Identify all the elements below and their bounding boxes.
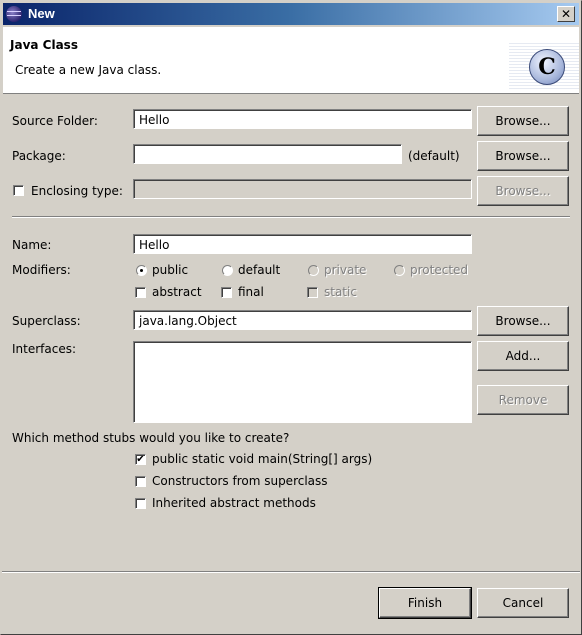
superclass-label: Superclass: — [12, 314, 81, 328]
modifier-default-radio[interactable] — [222, 265, 233, 276]
enclosing-type-input[interactable] — [133, 179, 472, 199]
modifier-private-radio[interactable] — [308, 265, 319, 276]
superclass-input[interactable]: java.lang.Object — [133, 310, 472, 330]
modifier-final-checkbox[interactable] — [221, 287, 232, 298]
cancel-button[interactable]: Cancel — [477, 588, 569, 618]
enclosing-type-browse-button[interactable]: Browse... — [477, 176, 569, 206]
modifier-default-label: default — [238, 263, 281, 277]
source-folder-browse-button[interactable]: Browse... — [477, 106, 569, 136]
close-button[interactable]: ✕ — [557, 6, 575, 22]
modifier-abstract-checkbox[interactable] — [135, 287, 146, 298]
modifier-protected-label: protected — [410, 263, 469, 277]
footer-separator — [2, 571, 580, 573]
add-interface-button[interactable]: Add... — [477, 341, 569, 371]
modifiers-label: Modifiers: — [12, 263, 71, 277]
eclipse-icon — [6, 6, 22, 22]
new-java-class-dialog: New ✕ Java Class Create a new Java class… — [0, 0, 582, 635]
stub-constructors-label: Constructors from superclass — [152, 474, 328, 488]
stub-constructors-checkbox[interactable] — [135, 476, 146, 487]
package-input[interactable] — [133, 144, 402, 164]
modifier-public-radio[interactable] — [136, 265, 147, 276]
wizard-banner: Java Class Create a new Java class. C — [3, 27, 579, 94]
stub-main-checkbox[interactable]: ✔ — [135, 454, 146, 465]
package-default-hint: (default) — [408, 149, 460, 163]
modifier-private-label: private — [324, 263, 367, 277]
superclass-browse-button[interactable]: Browse... — [477, 306, 569, 336]
modifier-public-label: public — [152, 263, 189, 277]
modifier-protected-radio[interactable] — [394, 265, 405, 276]
interfaces-list[interactable] — [133, 341, 472, 423]
enclosing-type-label: Enclosing type: — [31, 184, 123, 198]
modifier-static-label: static — [324, 285, 357, 299]
java-class-icon: C — [529, 49, 565, 85]
interfaces-label: Interfaces: — [12, 342, 77, 356]
title-bar[interactable]: New ✕ — [3, 3, 579, 25]
stub-inherited-checkbox[interactable] — [135, 498, 146, 509]
separator — [12, 216, 570, 218]
method-stubs-question: Which method stubs would you like to cre… — [12, 431, 290, 445]
enclosing-type-checkbox[interactable] — [13, 185, 24, 196]
name-label: Name: — [12, 238, 52, 252]
window-title: New — [28, 6, 55, 21]
modifier-final-label: final — [238, 285, 264, 299]
name-input[interactable]: Hello — [133, 234, 472, 254]
package-label: Package: — [12, 149, 66, 163]
package-browse-button[interactable]: Browse... — [477, 141, 569, 171]
stub-main-label: public static void main(String[] args) — [152, 452, 373, 466]
modifier-static-checkbox[interactable] — [307, 287, 318, 298]
source-folder-label: Source Folder: — [12, 114, 98, 128]
source-folder-input[interactable]: Hello — [133, 109, 472, 129]
banner-title: Java Class — [10, 38, 78, 52]
remove-interface-button[interactable]: Remove — [477, 385, 569, 415]
modifier-abstract-label: abstract — [152, 285, 202, 299]
finish-button[interactable]: Finish — [378, 587, 472, 619]
banner-description: Create a new Java class. — [15, 63, 162, 77]
stub-inherited-label: Inherited abstract methods — [152, 496, 316, 510]
